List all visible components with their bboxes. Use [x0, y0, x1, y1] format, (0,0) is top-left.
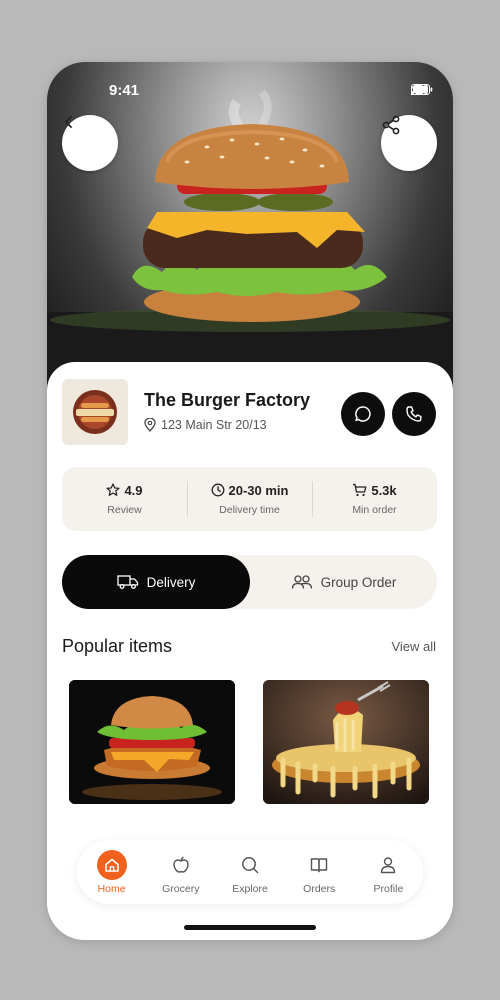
battery-icon	[411, 84, 433, 95]
tab-label: Explore	[232, 882, 268, 895]
stat-review: 4.9 Review	[62, 467, 187, 531]
location-pin-icon	[144, 418, 156, 432]
hero-burger-image: 9:41	[47, 62, 453, 392]
group-order-label: Group Order	[320, 574, 397, 590]
search-icon	[235, 850, 265, 880]
status-time: 9:41	[109, 82, 140, 99]
group-users-icon	[291, 575, 312, 589]
order-mode-toggle: Delivery Group Order	[62, 555, 437, 609]
bottom-tab-bar: Home Grocery Explore Orders Profile	[77, 840, 423, 904]
tab-label: Orders	[303, 882, 336, 895]
stat-value: 5.3k	[371, 482, 397, 498]
popular-item-card[interactable]	[263, 680, 429, 804]
restaurant-logo	[62, 379, 128, 445]
grocery-icon	[166, 850, 196, 880]
clock-icon	[211, 483, 224, 497]
restaurant-name: The Burger Factory	[144, 390, 311, 410]
chevron-left-icon	[65, 116, 72, 128]
popular-items-title: Popular items	[62, 636, 173, 656]
delivery-toggle-button[interactable]: Delivery	[62, 555, 250, 609]
star-icon	[106, 483, 121, 496]
stat-delivery-time: 20-30 min Delivery time	[187, 467, 312, 531]
tab-label: Profile	[373, 882, 404, 895]
tab-grocery[interactable]: Grocery	[146, 840, 215, 904]
home-icon	[96, 849, 127, 880]
tab-explore[interactable]: Explore	[215, 840, 284, 904]
status-bar: 9:41	[47, 80, 453, 100]
phone-frame: 9:41 The Burger Factory 123 Main Str 20/…	[47, 62, 453, 940]
tab-label: Home	[97, 882, 126, 895]
crispy-chicken-burger-image	[69, 680, 235, 804]
profile-icon	[373, 850, 403, 880]
address-text: 123 Main Str 20/13	[161, 418, 267, 432]
orders-icon	[304, 850, 334, 880]
delivery-truck-icon	[116, 575, 138, 589]
group-order-toggle-button[interactable]: Group Order	[250, 555, 437, 609]
cart-icon	[353, 483, 367, 497]
tab-home[interactable]: Home	[77, 840, 146, 904]
phone-icon	[406, 406, 422, 422]
stat-label: Delivery time	[219, 503, 280, 516]
back-button[interactable]	[62, 115, 118, 171]
home-indicator[interactable]	[184, 925, 316, 930]
stat-label: Min order	[352, 503, 397, 516]
share-icon	[382, 115, 400, 135]
tab-orders[interactable]: Orders	[285, 840, 354, 904]
call-button[interactable]	[392, 392, 436, 436]
stat-value: 4.9	[124, 482, 143, 498]
chat-bubble-icon	[355, 406, 371, 422]
stat-min-order: 5.3k Min order	[312, 467, 437, 531]
tab-profile[interactable]: Profile	[354, 840, 423, 904]
restaurant-address: 123 Main Str 20/13	[144, 418, 267, 432]
cheese-pie-image	[263, 680, 429, 804]
stat-label: Review	[107, 503, 142, 516]
view-all-link[interactable]: View all	[391, 639, 436, 654]
tab-label: Grocery	[162, 882, 200, 895]
share-button[interactable]	[381, 115, 437, 171]
delivery-label: Delivery	[146, 574, 196, 590]
restaurant-sheet: The Burger Factory 123 Main Str 20/13 4.…	[47, 362, 453, 940]
popular-item-card[interactable]	[69, 680, 235, 804]
stat-value: 20-30 min	[228, 482, 289, 498]
restaurant-stats: 4.9 Review 20-30 min Delivery time 5.3k …	[62, 467, 437, 531]
chat-button[interactable]	[341, 392, 385, 436]
